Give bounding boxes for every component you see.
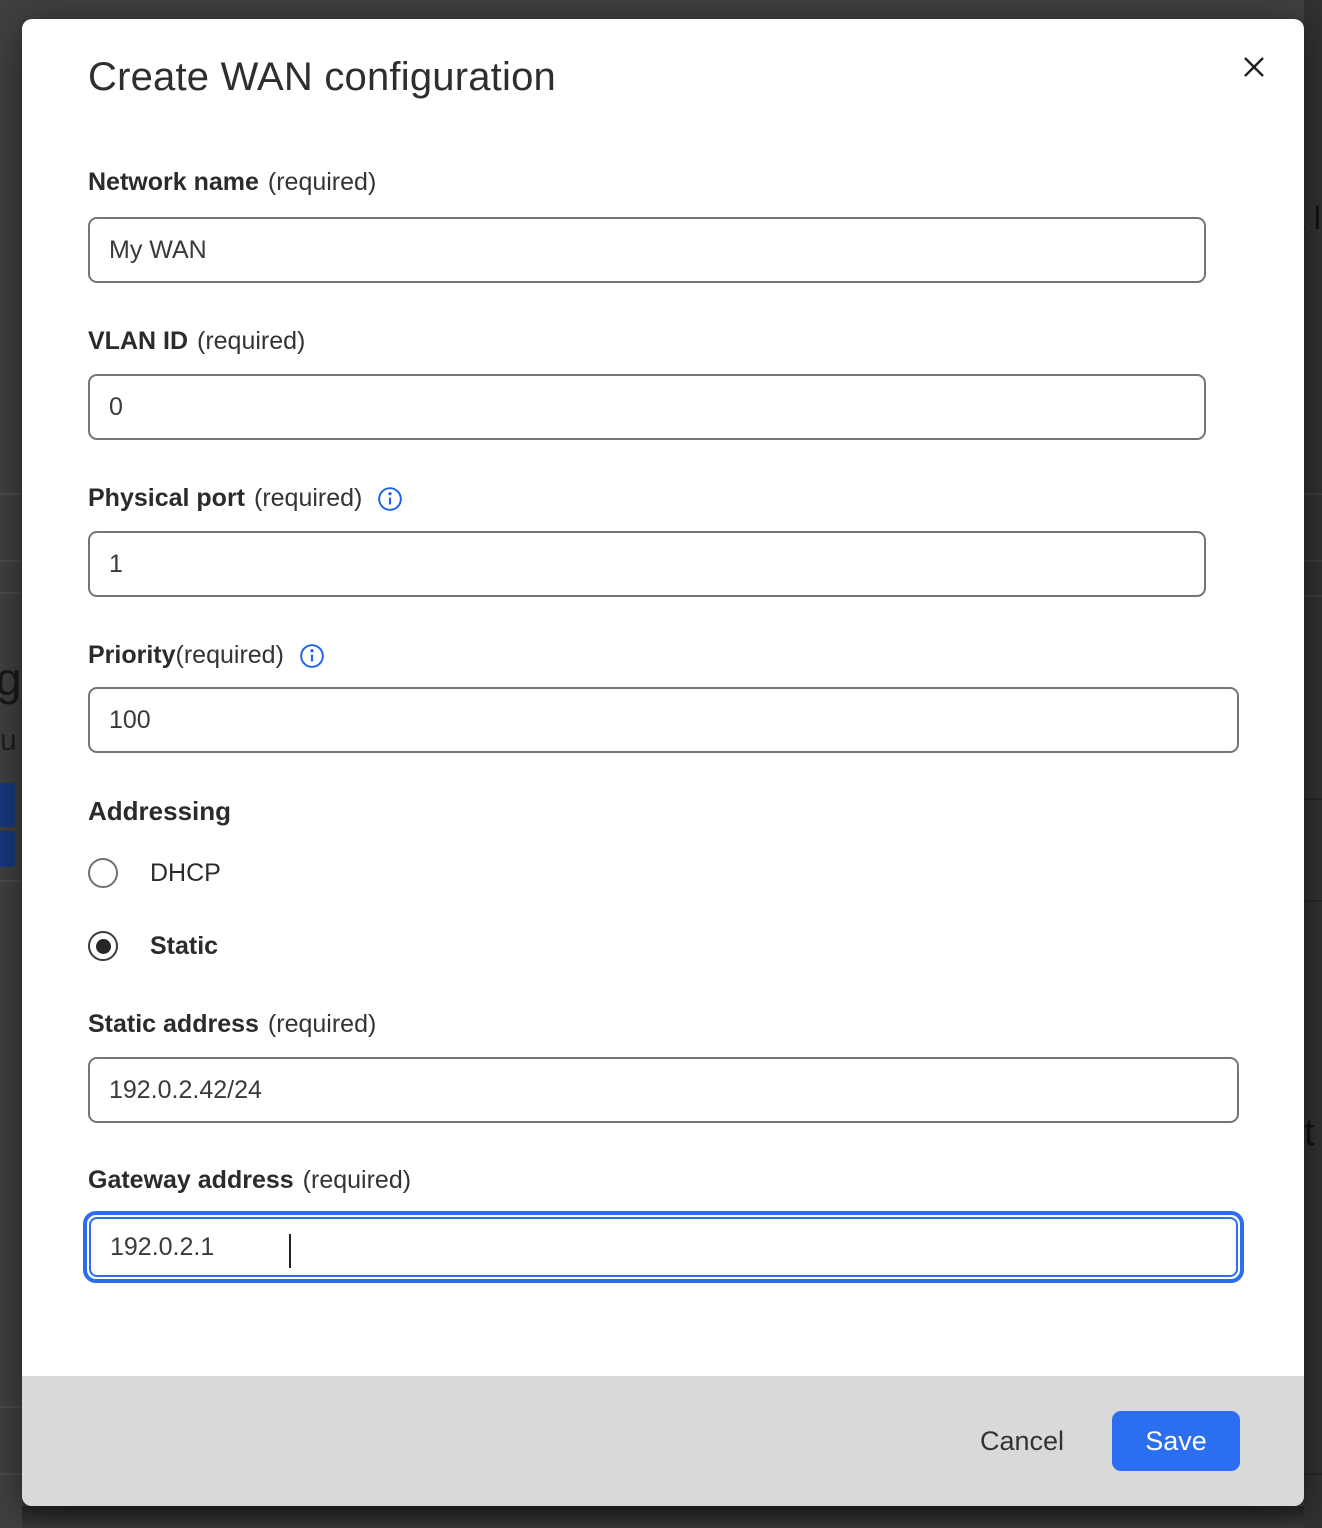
- gateway-address-label: Gateway address (required): [88, 1166, 411, 1195]
- bg-text-fragment: gu: [0, 652, 22, 706]
- create-wan-dialog: Create WAN configuration Network name (r…: [22, 19, 1304, 1506]
- text-cursor: [289, 1234, 291, 1268]
- bg-table-line: [1304, 1473, 1322, 1475]
- priority-label: Priority (required): [88, 641, 325, 670]
- bg-table-line: [0, 1473, 22, 1475]
- bg-button-fragment: [0, 783, 15, 827]
- bg-text-fragment: t l: [1304, 200, 1321, 237]
- required-hint: (required): [176, 641, 284, 670]
- physical-port-label: Physical port (required): [88, 484, 403, 513]
- network-name-label: Network name (required): [88, 168, 376, 197]
- dialog-footer: Cancel Save: [22, 1376, 1304, 1506]
- radio-selected-dot: [96, 939, 111, 954]
- bg-table-line: [1304, 560, 1322, 562]
- cancel-button[interactable]: Cancel: [980, 1426, 1064, 1457]
- priority-input[interactable]: [88, 687, 1239, 753]
- radio-label: DHCP: [150, 859, 221, 888]
- required-hint: (required): [197, 327, 305, 356]
- bg-table-line: [0, 1406, 22, 1408]
- bg-table-line: [1304, 595, 1322, 597]
- overlay-right: t l t: [1304, 0, 1322, 1528]
- physical-port-input[interactable]: [88, 531, 1206, 597]
- radio-circle-icon: [88, 931, 118, 961]
- static-address-label: Static address (required): [88, 1010, 376, 1039]
- bg-table-line: [0, 880, 22, 882]
- radio-dhcp[interactable]: DHCP: [88, 856, 221, 890]
- priority-info-icon[interactable]: [299, 643, 325, 669]
- save-button[interactable]: Save: [1112, 1411, 1240, 1471]
- close-button[interactable]: [1230, 43, 1278, 91]
- required-hint: (required): [268, 1010, 376, 1039]
- radio-static[interactable]: Static: [88, 929, 218, 963]
- required-hint: (required): [268, 168, 376, 197]
- label-text: Gateway address: [88, 1166, 294, 1195]
- vlan-id-label: VLAN ID (required): [88, 327, 305, 356]
- bg-table-line: [1304, 900, 1322, 902]
- bg-text-fragment: u: [0, 724, 17, 758]
- label-text: Physical port: [88, 484, 245, 513]
- radio-circle-icon: [88, 858, 118, 888]
- bg-button-fragment: [0, 831, 15, 867]
- label-text: VLAN ID: [88, 327, 188, 356]
- radio-label: Static: [150, 932, 218, 961]
- vlan-id-input[interactable]: [88, 374, 1206, 440]
- static-address-input[interactable]: [88, 1057, 1239, 1123]
- required-hint: (required): [303, 1166, 411, 1195]
- bg-table-line: [0, 493, 22, 495]
- network-name-input[interactable]: [88, 217, 1206, 283]
- dialog-title: Create WAN configuration: [88, 55, 556, 100]
- overlay-bottom: [22, 1506, 1304, 1528]
- bg-table-line: [1304, 493, 1322, 495]
- label-text: Static address: [88, 1010, 259, 1039]
- required-hint: (required): [254, 484, 362, 513]
- overlay-top: [22, 0, 1304, 19]
- bg-text-fragment: t: [1304, 1112, 1315, 1155]
- bg-table-line: [1304, 798, 1322, 800]
- bg-table-line: [0, 592, 22, 594]
- physical-port-info-icon[interactable]: [377, 486, 403, 512]
- label-text: Priority: [88, 641, 176, 670]
- gateway-address-input[interactable]: [89, 1217, 1238, 1277]
- overlay-left: gu u: [0, 0, 22, 1528]
- gateway-address-focus-ring: [83, 1211, 1244, 1283]
- bg-table-line: [0, 560, 22, 562]
- label-text: Network name: [88, 168, 259, 197]
- close-icon: [1236, 49, 1272, 85]
- addressing-heading: Addressing: [88, 796, 231, 827]
